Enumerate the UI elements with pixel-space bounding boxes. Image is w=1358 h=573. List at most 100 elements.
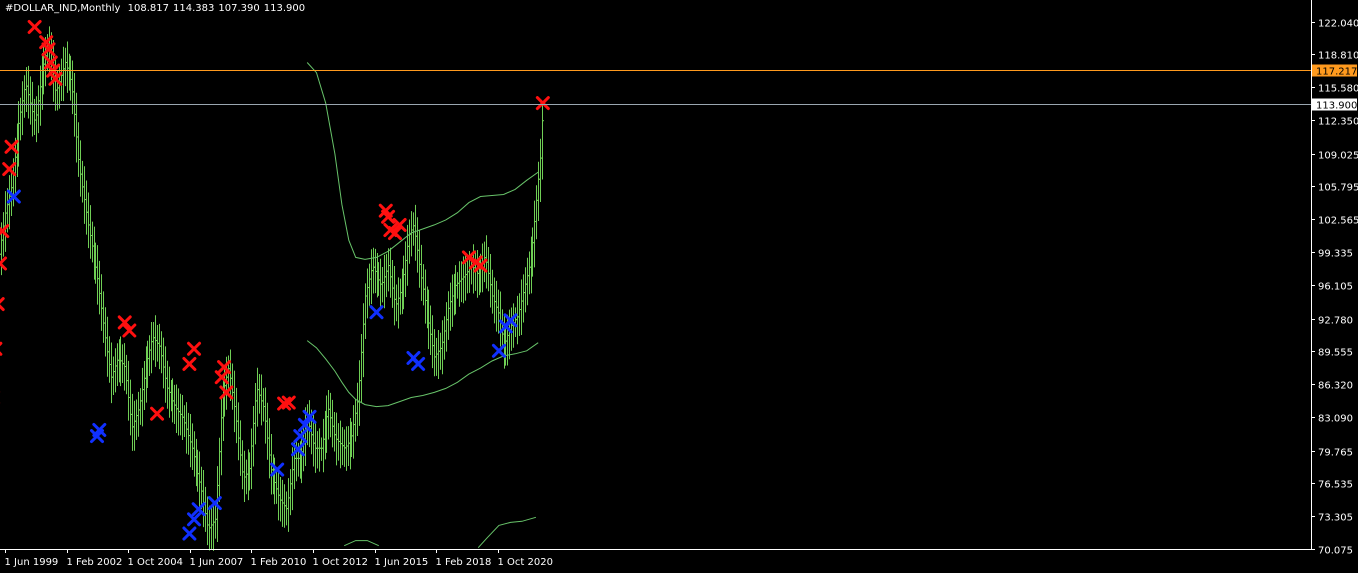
x-tick-label: 1 Oct 2004: [128, 557, 183, 568]
price-bar: [447, 291, 450, 340]
price-bar: [87, 192, 90, 249]
price-bar: [356, 382, 359, 436]
buy-marker: [293, 429, 308, 444]
price-bar: [541, 102, 544, 180]
y-tick-label: 115.580: [1318, 84, 1358, 95]
price-bar: [391, 259, 394, 308]
buy-marker: [503, 313, 518, 328]
price-bar: [495, 280, 498, 332]
price-bar: [291, 447, 294, 511]
horizontal-lines[interactable]: 117.217 113.900: [0, 64, 1357, 112]
price-bar: [433, 329, 436, 377]
price-bar: [164, 346, 167, 403]
price-bar: [304, 407, 307, 467]
price-bar: [493, 277, 496, 324]
price-bar: [358, 360, 361, 426]
y-tick-label: 99.335: [1318, 249, 1353, 260]
y-tick-label: 86.320: [1318, 381, 1353, 392]
price-bar: [535, 185, 538, 240]
envelope-bands: [306, 62, 539, 549]
price-bar: [133, 400, 136, 451]
price-bar: [154, 315, 157, 367]
chart-window[interactable]: 117.217 113.900 122.040 118.810 115.580 112.…: [0, 0, 1358, 573]
price-bar: [37, 85, 40, 134]
price-bar: [262, 388, 265, 422]
y-tick-label: 96.105: [1318, 282, 1353, 293]
price-bar: [366, 268, 369, 319]
y-tick-label: 83.090: [1318, 414, 1353, 425]
price-bar: [362, 303, 365, 378]
price-bar: [287, 478, 290, 532]
sell-marker: [27, 19, 42, 34]
sell-marker: [187, 341, 202, 356]
symbol-timeframe: #DOLLAR_IND,Monthly: [5, 3, 121, 14]
price-bar: [21, 81, 24, 136]
y-tick-label: 118.810: [1318, 51, 1358, 62]
price-bar: [522, 274, 525, 323]
price-bar: [331, 399, 334, 448]
price-bar: [62, 46, 65, 102]
price-bar: [327, 389, 330, 440]
price-bar: [414, 204, 417, 261]
price-chart[interactable]: 117.217 113.900 122.040 118.810 115.580 112.…: [0, 0, 1358, 573]
price-bar: [110, 342, 113, 404]
price-bar: [218, 437, 221, 502]
price-bar: [437, 330, 440, 380]
x-tick-label: 1 Oct 2012: [313, 557, 368, 568]
price-bar: [497, 289, 500, 334]
price-bar: [408, 219, 411, 264]
price-bar: [316, 431, 319, 469]
price-bar: [539, 138, 542, 203]
price-bar: [71, 60, 74, 115]
y-tick-label: 109.025: [1318, 151, 1358, 162]
price-bar: [241, 440, 244, 490]
price-bar: [264, 387, 267, 444]
price-bar: [279, 476, 282, 522]
price-bar: [445, 302, 448, 352]
x-tick-label: 1 Oct 2020: [498, 557, 553, 568]
price-bar: [395, 284, 398, 322]
price-bar: [60, 58, 63, 101]
price-bar: [206, 496, 209, 546]
sell-marker: [0, 341, 3, 356]
price-bar: [189, 413, 192, 468]
price-bar: [152, 321, 155, 361]
price-bar: [418, 230, 421, 288]
price-bar: [141, 367, 144, 427]
price-bar: [191, 423, 194, 471]
price-bar: [333, 411, 336, 452]
price-bar: [528, 251, 531, 295]
price-bar: [320, 437, 323, 461]
price-bar: [441, 320, 444, 375]
y-tick-label: 70.075: [1318, 546, 1353, 557]
price-bar: [520, 279, 523, 335]
price-bar: [381, 266, 384, 303]
price-bar: [198, 451, 201, 509]
price-bar: [210, 506, 213, 549]
price-bar: [268, 418, 271, 479]
price-bar: [256, 367, 259, 427]
sell-marker: [0, 297, 5, 312]
price-bar: [112, 356, 115, 395]
price-bar: [250, 428, 253, 490]
price-bar: [487, 246, 490, 292]
price-bar: [514, 307, 517, 338]
price-bar: [173, 384, 176, 424]
price-bar: [424, 269, 427, 324]
price-bar: [451, 274, 454, 327]
price-bar: [516, 295, 519, 345]
price-bar: [318, 428, 321, 472]
price-bar: [125, 354, 128, 395]
price-bar: [233, 370, 236, 433]
price-bar: [404, 241, 407, 297]
price-bar: [23, 75, 26, 118]
price-line-label: 113.900: [1312, 98, 1357, 112]
x-tick-label: 1 Jun 2015: [375, 557, 429, 568]
price-bar: [91, 221, 94, 263]
ohlc-open: 108.817: [127, 3, 170, 14]
price-bar: [39, 65, 42, 126]
price-bar: [393, 265, 396, 326]
x-tick-label: 1 Feb 2002: [67, 557, 123, 568]
price-bar: [202, 470, 205, 528]
price-bar: [277, 467, 280, 521]
